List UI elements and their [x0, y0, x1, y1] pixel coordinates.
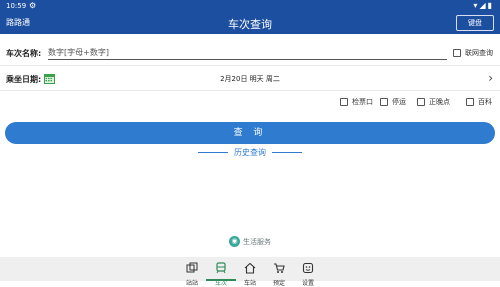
- history-query[interactable]: 历史查询: [0, 147, 500, 158]
- nav-tab-station-to-station[interactable]: 站站: [177, 259, 207, 287]
- train-icon: [216, 262, 226, 274]
- option-ticket-gate[interactable]: 检票口: [340, 97, 373, 107]
- nav-tab-train[interactable]: 车次: [206, 259, 236, 287]
- nav-tab-settings[interactable]: 设置: [293, 259, 323, 287]
- signal-battery-icons: ▾◢▮: [473, 1, 494, 10]
- checkbox-box[interactable]: [340, 98, 348, 106]
- option-label: 百科: [478, 98, 492, 106]
- online-query-label: 联网查询: [465, 49, 493, 57]
- life-service-link[interactable]: ◉ 生活服务: [229, 236, 271, 247]
- option-label: 停运: [392, 98, 406, 106]
- option-label: 正晚点: [429, 98, 450, 106]
- bottom-navigation: 站站 车次 车站 预定 设置: [0, 257, 500, 287]
- nav-label: 设置: [301, 280, 314, 287]
- settings-gear-icon: ⚙: [29, 1, 37, 10]
- nav-tab-station[interactable]: 车站: [235, 259, 265, 287]
- date-value[interactable]: 2月20日 明天 周二: [0, 74, 500, 84]
- history-query-link[interactable]: 历史查询: [234, 148, 266, 157]
- train-number-row: 车次名称: 联网查询: [0, 38, 500, 66]
- life-service-icon: ◉: [229, 236, 240, 247]
- train-number-label: 车次名称:: [6, 49, 42, 58]
- checkbox-box[interactable]: [466, 98, 474, 106]
- travel-date-row[interactable]: 乘坐日期: 2月20日 明天 周二 ›: [0, 67, 500, 91]
- status-bar: 10:59 ⚙ ▾◢▮: [0, 0, 500, 12]
- divider: [271, 152, 302, 153]
- page-title: 车次查询: [228, 18, 272, 31]
- life-service-label: 生活服务: [243, 237, 271, 246]
- nav-tab-booking[interactable]: 预定: [264, 259, 294, 287]
- nav-label: 车次: [214, 280, 227, 287]
- chevron-right-icon[interactable]: ›: [488, 71, 493, 85]
- train-number-input[interactable]: [48, 46, 447, 60]
- option-encyclopedia[interactable]: 百科: [466, 97, 492, 107]
- checkbox-box[interactable]: [380, 98, 388, 106]
- checkbox-box[interactable]: [417, 98, 425, 106]
- nav-label: 预定: [272, 280, 285, 287]
- option-label: 检票口: [352, 98, 373, 106]
- settings-icon: [302, 262, 314, 274]
- station-to-station-icon: [186, 262, 198, 273]
- nav-label: 车站: [243, 280, 256, 287]
- option-delay[interactable]: 正晚点: [417, 97, 450, 107]
- status-time: 10:59: [6, 2, 27, 10]
- option-suspended[interactable]: 停运: [380, 97, 406, 107]
- online-query-checkbox[interactable]: 联网查询: [453, 48, 493, 58]
- search-button[interactable]: 查 询: [5, 122, 495, 144]
- keyboard-button[interactable]: 键盘: [456, 15, 494, 31]
- checkbox-box[interactable]: [453, 49, 461, 57]
- app-bar: 路路通 车次查询 键盘: [0, 12, 500, 34]
- home-station-icon: [244, 262, 256, 274]
- cart-icon: [274, 263, 285, 273]
- nav-label: 站站: [185, 280, 198, 287]
- divider: [198, 152, 229, 153]
